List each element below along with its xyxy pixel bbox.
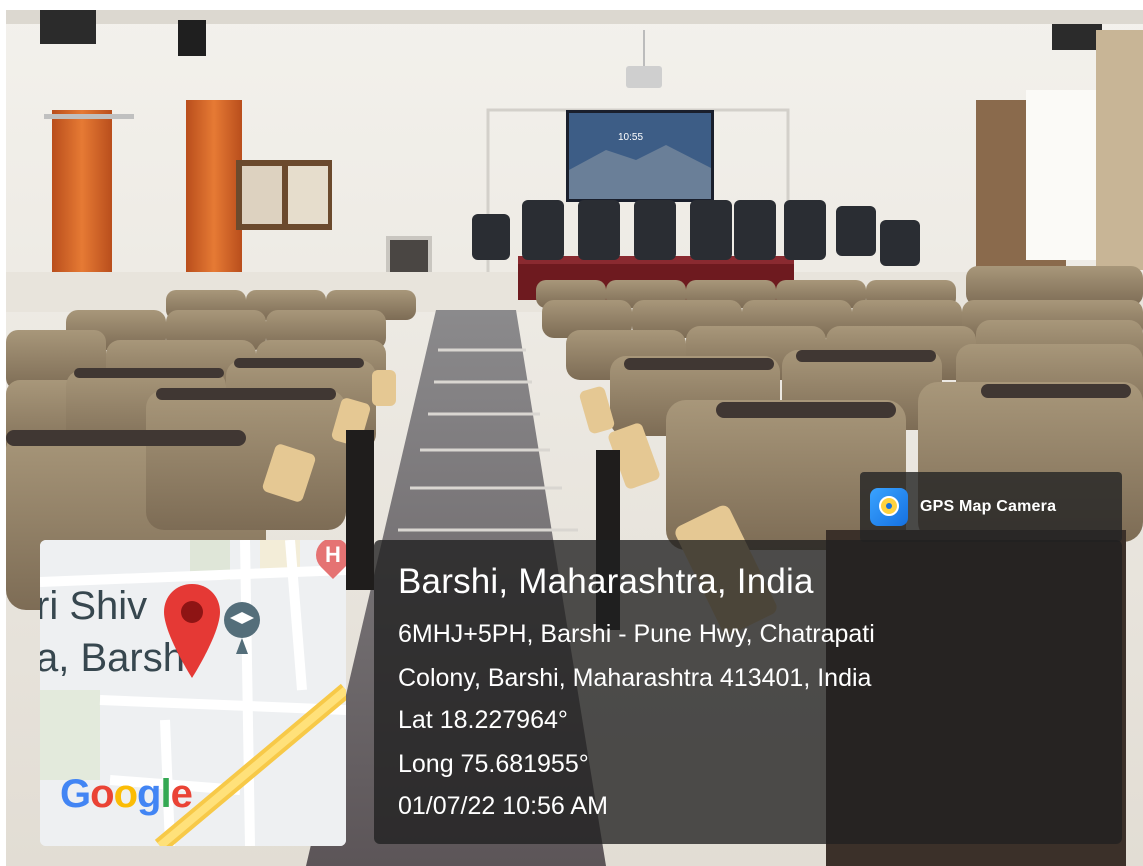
photo-frame: 10:55 GPS Map Camera ri Shiv a, Barsh H … bbox=[0, 0, 1143, 866]
google-letter-o1: o bbox=[90, 772, 114, 816]
google-letter-e: e bbox=[170, 772, 193, 816]
camera-pin-icon bbox=[870, 488, 908, 526]
latitude-text: Lat 18.227964° bbox=[398, 706, 568, 734]
google-letter-o2: o bbox=[113, 772, 138, 816]
location-info-panel: Barshi, Maharashtra, India 6MHJ+5PH, Bar… bbox=[374, 540, 1122, 844]
gps-badge-label: GPS Map Camera bbox=[920, 498, 1057, 515]
google-letter-g2: g bbox=[137, 772, 161, 816]
datetime-text: 01/07/22 10:56 AM bbox=[398, 792, 608, 820]
screen-clock: 10:55 bbox=[618, 132, 643, 143]
hospital-marker-label: H bbox=[325, 542, 341, 567]
address-line-2: Colony, Barshi, Maharashtra 413401, Indi… bbox=[398, 664, 872, 692]
google-logo: Google bbox=[60, 772, 193, 817]
gps-map-camera-badge: GPS Map Camera bbox=[860, 472, 1122, 542]
google-letter-g1: G bbox=[60, 772, 91, 816]
longitude-text: Long 75.681955° bbox=[398, 750, 589, 778]
address-line-1: 6MHJ+5PH, Barshi - Pune Hwy, Chatrapati bbox=[398, 620, 875, 648]
map-label-line1: ri Shiv bbox=[40, 584, 148, 628]
google-letter-l: l bbox=[160, 772, 171, 816]
location-pin-icon bbox=[164, 584, 220, 678]
map-thumbnail: ri Shiv a, Barsh H Google bbox=[40, 540, 346, 846]
location-title: Barshi, Maharashtra, India bbox=[398, 562, 814, 601]
